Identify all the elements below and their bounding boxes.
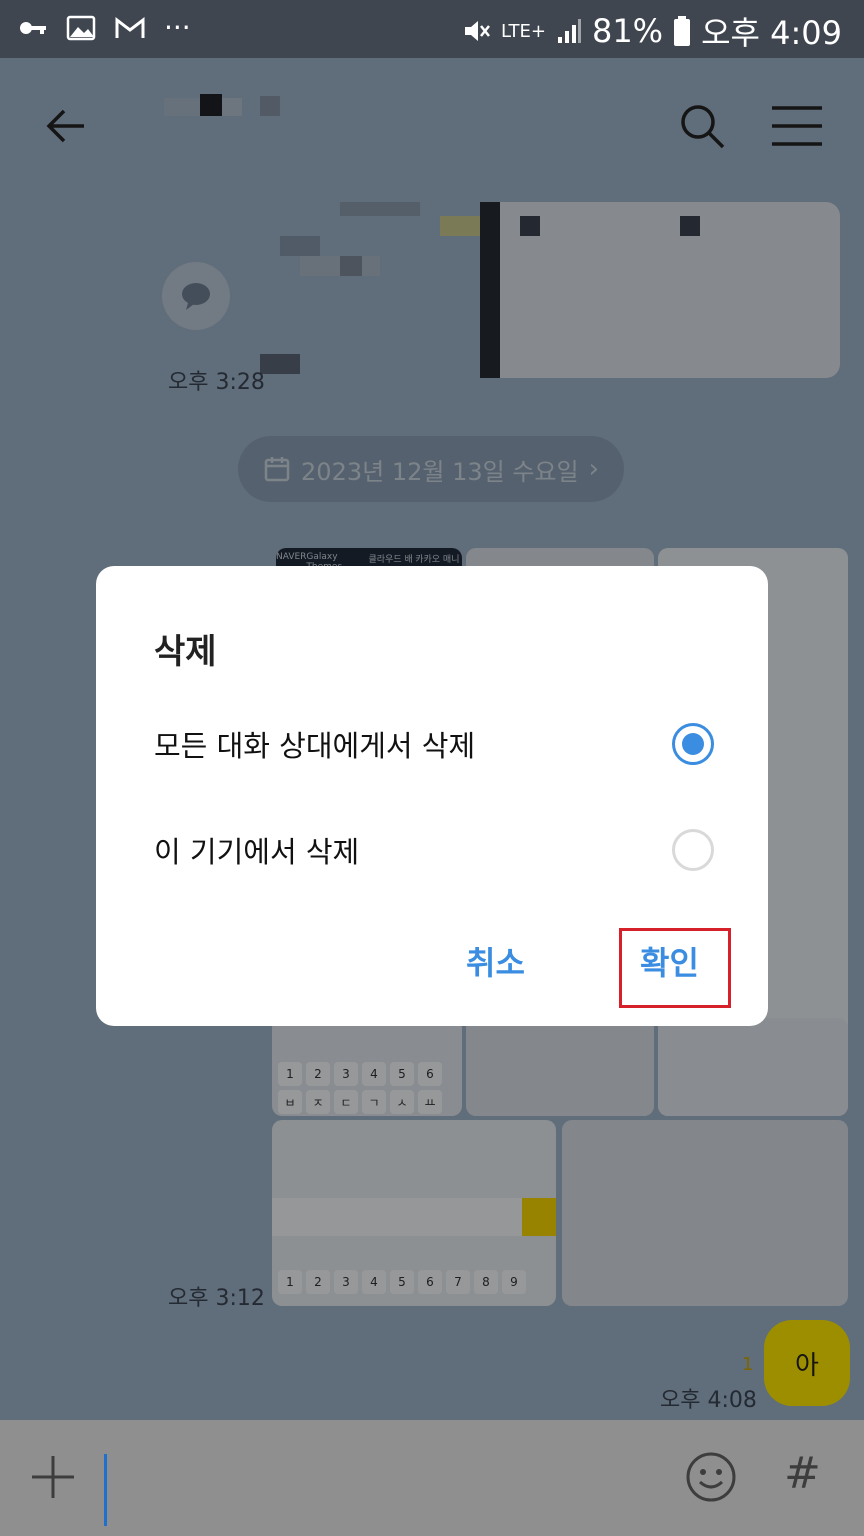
option-delete-this-device[interactable]: 이 기기에서 삭제 [154, 820, 714, 880]
mute-icon [464, 21, 490, 41]
key-icon [20, 22, 46, 34]
more-dots-icon: ··· [164, 11, 191, 44]
emoji-icon[interactable] [684, 1450, 738, 1504]
radio-unselected[interactable] [672, 829, 714, 871]
status-time: 오후 4:09 [701, 14, 842, 52]
radio-selected[interactable] [672, 723, 714, 765]
option-delete-for-all[interactable]: 모든 대화 상대에게서 삭제 [154, 714, 714, 774]
cancel-button[interactable]: 취소 [466, 938, 525, 984]
option-label: 모든 대화 상대에게서 삭제 [154, 729, 476, 763]
image-icon [66, 15, 96, 41]
battery-percent: 81% [591, 12, 664, 50]
option-label: 이 기기에서 삭제 [154, 835, 360, 869]
gmail-icon [115, 16, 145, 38]
dialog-title: 삭제 [154, 632, 217, 672]
text-cursor[interactable] [104, 1454, 107, 1526]
battery-icon [674, 16, 691, 46]
status-bar: ··· LTE+ 81% 오후 4:09 [0, 0, 864, 58]
hashtag-icon[interactable]: # [784, 1448, 821, 1499]
delete-dialog: 삭제 모든 대화 상대에게서 삭제 이 기기에서 삭제 취소 확인 [96, 566, 768, 1026]
plus-icon[interactable] [30, 1454, 76, 1500]
lte-icon: LTE+ [500, 20, 546, 42]
message-input-bar: # [0, 1420, 864, 1536]
signal-icon [557, 19, 581, 43]
confirm-highlight-box [619, 928, 731, 1008]
